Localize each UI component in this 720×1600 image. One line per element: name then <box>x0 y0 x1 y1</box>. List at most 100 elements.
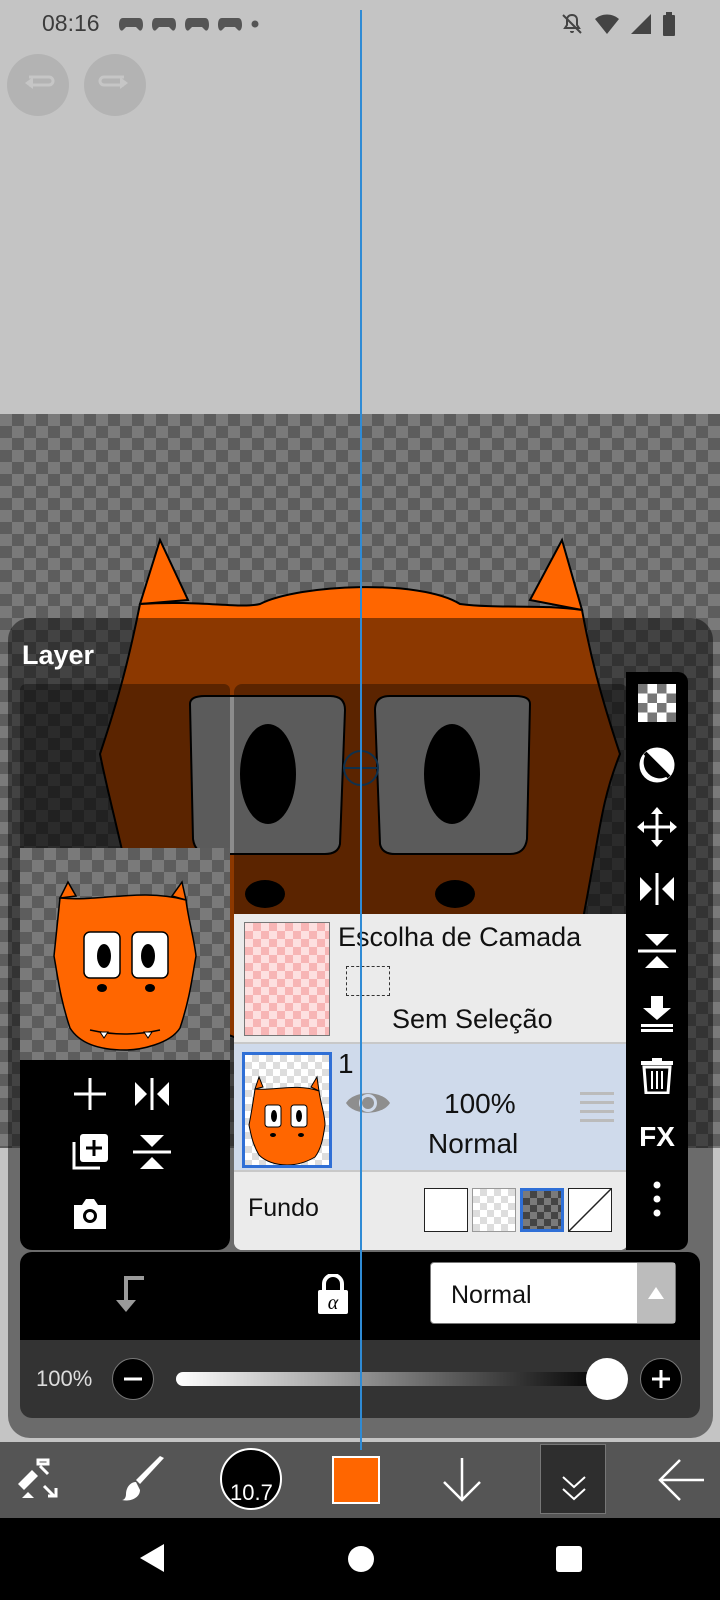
layer-thumbnail <box>242 1052 332 1168</box>
duplicate-layer-button[interactable] <box>68 1130 112 1174</box>
blend-mode-value: Normal <box>451 1281 532 1309</box>
layer-panel-toggle-button[interactable] <box>540 1444 606 1514</box>
gamepad-icon <box>185 18 209 31</box>
opacity-increase-button[interactable] <box>640 1358 682 1400</box>
wifi-icon <box>595 14 619 34</box>
more-button[interactable] <box>626 1168 688 1230</box>
flip-layer-vertical-button[interactable] <box>130 1130 174 1174</box>
opacity-label: 100% <box>36 1366 93 1391</box>
flip-vertical-button[interactable] <box>626 920 688 982</box>
dot-icon <box>251 20 259 28</box>
nav-recents-button[interactable] <box>556 1546 582 1572</box>
brush-size-value: 10.7 <box>230 1480 273 1505</box>
eye-icon <box>346 1093 390 1113</box>
symmetry-guide-line[interactable] <box>360 10 362 1450</box>
background-option-checker-dark[interactable] <box>520 1188 564 1232</box>
layer-preview-backdrop <box>20 684 230 848</box>
layer-preview[interactable] <box>20 848 230 1060</box>
checker-icon <box>638 684 676 722</box>
flip-horizontal-icon <box>640 873 674 905</box>
flip-horizontal-icon <box>135 1078 169 1110</box>
fx-button[interactable]: FX <box>626 1106 688 1168</box>
selection-status: Sem Seleção <box>392 1004 553 1034</box>
double-chevron-down-icon <box>562 1476 586 1501</box>
triangle-back-icon <box>140 1544 164 1572</box>
brush-icon <box>122 1456 164 1501</box>
layer-opacity: 100% <box>444 1088 516 1119</box>
nav-back-button[interactable] <box>138 1542 166 1579</box>
background-row: Fundo <box>234 1172 628 1250</box>
background-option-white[interactable] <box>424 1188 468 1232</box>
minus-icon <box>124 1377 142 1381</box>
color-picker-button[interactable] <box>332 1456 380 1504</box>
layer-list: Escolha de Camada Sem Seleção 1 100% Nor… <box>234 914 628 1250</box>
status-time: 08:16 <box>42 10 100 36</box>
alpha-lock-icon: α <box>318 1273 348 1314</box>
layer-down-button[interactable] <box>440 1456 484 1509</box>
camera-icon <box>74 1199 106 1229</box>
battery-icon <box>663 12 675 36</box>
layer-panel-title: Layer <box>22 640 95 670</box>
transform-tool-button[interactable] <box>14 1456 62 1509</box>
blend-mode-select[interactable]: Normal <box>430 1262 676 1324</box>
clipping-button[interactable] <box>626 734 688 796</box>
slash-icon <box>568 1188 612 1232</box>
transparency-lock-button[interactable] <box>626 672 688 734</box>
character-thumbnail <box>248 1075 326 1165</box>
alpha-lock-button[interactable]: α <box>316 1273 350 1321</box>
background-option-checker-light[interactable] <box>472 1188 516 1232</box>
layer-visibility-toggle[interactable] <box>344 1086 392 1125</box>
layer-drag-handle[interactable] <box>580 1092 614 1122</box>
brush-tool-button[interactable] <box>120 1454 170 1509</box>
undo-icon <box>25 75 55 89</box>
character-thumbnail <box>53 880 197 1051</box>
redo-button[interactable] <box>84 54 146 116</box>
trash-icon <box>641 1058 673 1094</box>
system-icons <box>560 12 676 36</box>
flip-horizontal-button[interactable] <box>626 858 688 920</box>
opacity-slider-thumb[interactable] <box>586 1358 628 1400</box>
preview-tools <box>20 1060 230 1250</box>
layer-number: 1 <box>338 1048 354 1079</box>
gamepad-icon <box>152 18 176 31</box>
background-label: Fundo <box>248 1194 319 1222</box>
import-photo-button[interactable] <box>68 1192 112 1236</box>
opacity-decrease-button[interactable] <box>112 1358 154 1400</box>
duplicate-icon <box>72 1134 108 1170</box>
delete-layer-button[interactable] <box>626 1044 688 1106</box>
svg-text:α: α <box>328 1292 339 1314</box>
dropdown-arrow-icon <box>637 1263 675 1323</box>
signal-icon <box>631 14 651 34</box>
flip-layer-horizontal-button[interactable] <box>130 1072 174 1116</box>
plus-icon <box>74 1078 106 1110</box>
add-layer-button[interactable] <box>68 1072 112 1116</box>
opacity-slider-track[interactable] <box>176 1372 606 1386</box>
gamepad-icon <box>218 18 242 31</box>
transform-icon <box>18 1458 58 1498</box>
more-icon <box>653 1181 661 1217</box>
gamepad-icon <box>119 18 143 31</box>
plus-icon <box>652 1370 670 1388</box>
layer-list-empty-area <box>234 684 628 914</box>
arrow-down-icon <box>443 1458 481 1502</box>
selection-layer-row[interactable]: Escolha de Camada Sem Seleção <box>234 914 628 1044</box>
nav-home-button[interactable] <box>348 1546 374 1572</box>
flip-vertical-icon <box>638 934 676 968</box>
undo-button[interactable] <box>7 54 69 116</box>
clip-arrow-icon <box>116 1276 144 1312</box>
merge-down-button[interactable] <box>626 982 688 1044</box>
clip-down-button[interactable] <box>112 1274 148 1319</box>
brush-size-button[interactable]: 10.7 <box>220 1448 282 1510</box>
move-layer-button[interactable] <box>626 796 688 858</box>
notification-icons <box>118 14 260 34</box>
bottom-toolbar: 10.7 <box>0 1442 720 1518</box>
flip-vertical-icon <box>133 1135 171 1169</box>
background-option-none[interactable] <box>568 1188 612 1232</box>
selection-marquee-icon <box>346 966 390 996</box>
system-navigation-bar <box>0 1518 720 1600</box>
bell-off-icon <box>562 13 582 34</box>
layer-side-toolbar: FX <box>626 672 688 1250</box>
layer-row[interactable]: 1 100% Normal <box>234 1044 628 1172</box>
selection-row-title: Escolha de Camada <box>338 922 582 952</box>
back-button[interactable] <box>656 1458 706 1507</box>
